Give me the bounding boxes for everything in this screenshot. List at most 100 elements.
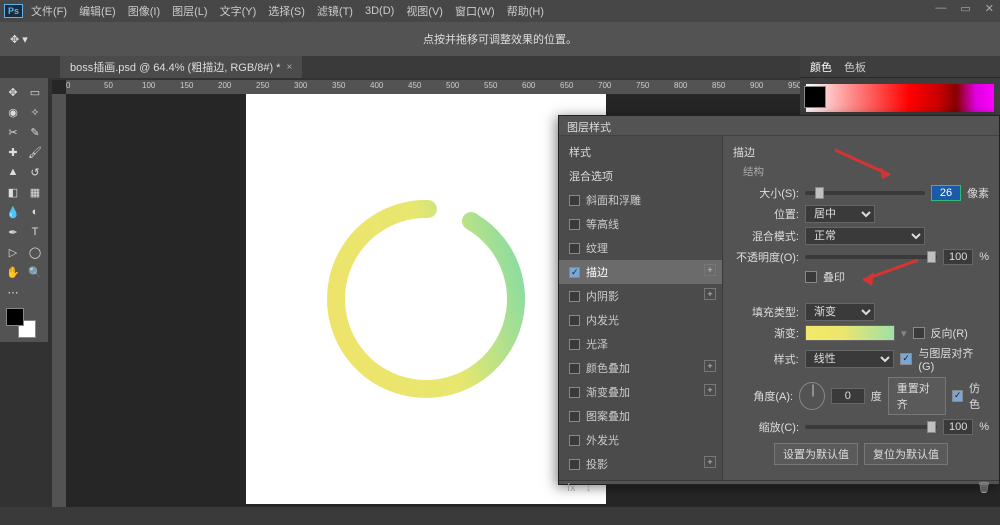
gradient-preview[interactable]: [805, 325, 895, 341]
dither-checkbox[interactable]: [952, 390, 963, 402]
plus-icon[interactable]: +: [704, 456, 716, 468]
type-tool[interactable]: T: [24, 222, 46, 242]
reset-default-button[interactable]: 复位为默认值: [864, 443, 948, 465]
scale-input[interactable]: [943, 419, 973, 435]
fx-checkbox[interactable]: [569, 459, 580, 470]
canvas[interactable]: [246, 94, 606, 504]
fx-item-3[interactable]: 描边+: [559, 260, 722, 284]
fill-type-select[interactable]: 渐变: [805, 303, 875, 321]
align-checkbox[interactable]: [900, 353, 912, 365]
menu-file[interactable]: 文件(F): [27, 0, 71, 22]
plus-icon[interactable]: +: [704, 264, 716, 276]
tab-close-icon[interactable]: ×: [286, 62, 292, 73]
size-slider[interactable]: [805, 191, 925, 195]
foreground-color[interactable]: [6, 308, 24, 326]
color-spectrum[interactable]: [806, 84, 994, 112]
zoom-tool[interactable]: 🔍: [24, 262, 46, 282]
shape-tool[interactable]: ◯: [24, 242, 46, 262]
fx-item-10[interactable]: 外发光: [559, 428, 722, 452]
fx-checkbox[interactable]: [569, 267, 580, 278]
fx-checkbox[interactable]: [569, 411, 580, 422]
document-tab[interactable]: boss插画.psd @ 64.4% (粗描边, RGB/8#) * ×: [60, 56, 302, 78]
fx-item-7[interactable]: 颜色叠加+: [559, 356, 722, 380]
blur-tool[interactable]: 💧: [2, 202, 24, 222]
fx-item-5[interactable]: 内发光: [559, 308, 722, 332]
menu-image[interactable]: 图像(I): [124, 0, 164, 22]
menu-select[interactable]: 选择(S): [264, 0, 309, 22]
menu-3d[interactable]: 3D(D): [361, 2, 398, 20]
blend-mode-select[interactable]: 正常: [805, 227, 925, 245]
fx-checkbox[interactable]: [569, 291, 580, 302]
menu-edit[interactable]: 编辑(E): [75, 0, 120, 22]
menu-view[interactable]: 视图(V): [402, 0, 447, 22]
menu-filter[interactable]: 滤镜(T): [313, 0, 357, 22]
crop-tool[interactable]: ✂: [2, 122, 24, 142]
move-tool[interactable]: ✥: [2, 82, 24, 102]
window-minimize-icon[interactable]: —: [935, 2, 946, 15]
fx-checkbox[interactable]: [569, 243, 580, 254]
heal-tool[interactable]: ✚: [2, 142, 24, 162]
fx-item-8[interactable]: 渐变叠加+: [559, 380, 722, 404]
lasso-tool[interactable]: ◉: [2, 102, 24, 122]
fg-bg-swatch[interactable]: [6, 308, 36, 338]
path-tool[interactable]: ▷: [2, 242, 24, 262]
gradient-label: 渐变:: [733, 325, 799, 341]
fx-item-11[interactable]: 投影+: [559, 452, 722, 476]
dialog-title: 图层样式: [559, 116, 999, 136]
angle-input[interactable]: [831, 388, 865, 404]
position-select[interactable]: 居中: [805, 205, 875, 223]
angle-dial[interactable]: [799, 382, 825, 410]
footer-up-icon[interactable]: ↕: [586, 482, 592, 494]
fx-checkbox[interactable]: [569, 219, 580, 230]
wand-tool[interactable]: ✧: [24, 102, 46, 122]
pen-tool[interactable]: ✒: [2, 222, 24, 242]
fx-checkbox[interactable]: [569, 339, 580, 350]
history-brush-tool[interactable]: ↺: [24, 162, 46, 182]
eyedropper-tool[interactable]: ✎: [24, 122, 46, 142]
plus-icon[interactable]: +: [704, 384, 716, 396]
fx-checkbox[interactable]: [569, 195, 580, 206]
overprint-checkbox[interactable]: [805, 271, 817, 283]
window-close-icon[interactable]: ✕: [985, 2, 994, 15]
fx-checkbox[interactable]: [569, 435, 580, 446]
reverse-checkbox[interactable]: [913, 327, 925, 339]
swatches-tab[interactable]: 色板: [844, 59, 866, 75]
opacity-slider[interactable]: [805, 255, 937, 259]
fx-item-9[interactable]: 图案叠加: [559, 404, 722, 428]
brush-tool[interactable]: 🖌: [24, 142, 46, 162]
more-tools[interactable]: ⋯: [2, 282, 24, 302]
fx-item-0[interactable]: 斜面和浮雕: [559, 188, 722, 212]
opacity-input[interactable]: [943, 249, 973, 265]
marquee-tool[interactable]: ▭: [24, 82, 46, 102]
style-select[interactable]: 线性: [805, 350, 895, 368]
menu-layer[interactable]: 图层(L): [168, 0, 211, 22]
stamp-tool[interactable]: ▲: [2, 162, 24, 182]
color-chip[interactable]: [804, 86, 826, 108]
set-default-button[interactable]: 设置为默认值: [774, 443, 858, 465]
blend-options[interactable]: 混合选项: [559, 164, 722, 188]
fx-item-4[interactable]: 内阴影+: [559, 284, 722, 308]
fx-item-1[interactable]: 等高线: [559, 212, 722, 236]
gradient-tool[interactable]: ▦: [24, 182, 46, 202]
menu-type[interactable]: 文字(Y): [216, 0, 261, 22]
menu-window[interactable]: 窗口(W): [451, 0, 499, 22]
hand-tool[interactable]: ✋: [2, 262, 24, 282]
fx-item-6[interactable]: 光泽: [559, 332, 722, 356]
plus-icon[interactable]: +: [704, 360, 716, 372]
scale-slider[interactable]: [805, 425, 937, 429]
fx-checkbox[interactable]: [569, 315, 580, 326]
reset-align-button[interactable]: 重置对齐: [888, 377, 946, 415]
styles-header[interactable]: 样式: [559, 140, 722, 164]
dodge-tool[interactable]: ◐: [24, 202, 46, 222]
size-input[interactable]: [931, 185, 961, 201]
fx-checkbox[interactable]: [569, 387, 580, 398]
fx-item-2[interactable]: 纹理: [559, 236, 722, 260]
trash-icon[interactable]: 🗑: [977, 481, 991, 494]
plus-icon[interactable]: +: [704, 288, 716, 300]
eraser-tool[interactable]: ◧: [2, 182, 24, 202]
window-restore-icon[interactable]: ▭: [960, 2, 970, 15]
menu-help[interactable]: 帮助(H): [503, 0, 548, 22]
fx-checkbox[interactable]: [569, 363, 580, 374]
color-tab[interactable]: 颜色: [810, 59, 832, 75]
fx-icon[interactable]: fx: [567, 482, 576, 494]
